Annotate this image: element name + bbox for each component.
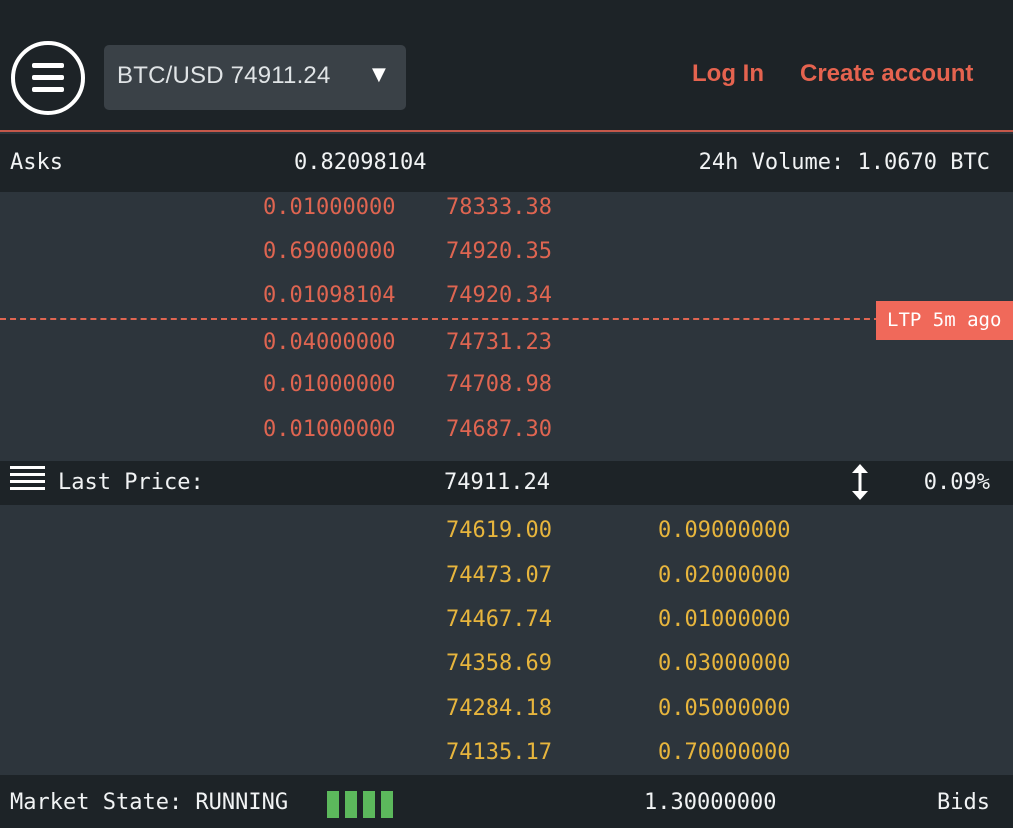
create-account-link[interactable]: Create account xyxy=(800,60,973,88)
ask-amount: 0.01000000 xyxy=(263,372,396,397)
vertical-arrows-icon[interactable] xyxy=(850,463,870,501)
ask-amount: 0.01000000 xyxy=(263,195,396,220)
bid-amount: 0.01000000 xyxy=(658,607,791,632)
bid-price: 74284.18 xyxy=(446,696,552,721)
bids-title: Bids xyxy=(937,790,990,815)
top-bar: BTC/USD 74911.24 ▼ Log In Create account xyxy=(0,0,1013,132)
ltp-divider-line xyxy=(0,318,880,320)
bid-price: 74473.07 xyxy=(446,563,552,588)
ask-price: 74708.98 xyxy=(446,372,552,397)
list-icon-line xyxy=(10,480,45,483)
menu-bar xyxy=(32,87,64,92)
list-icon-line xyxy=(10,487,45,490)
market-state-label: Market State: RUNNING xyxy=(10,790,289,815)
signal-bar xyxy=(327,791,339,818)
bid-price: 74467.74 xyxy=(446,607,552,632)
login-link[interactable]: Log In xyxy=(692,60,764,88)
bid-price: 74135.17 xyxy=(446,740,552,765)
last-price-value: 74911.24 xyxy=(444,470,550,495)
asks-total: 0.82098104 xyxy=(294,150,427,175)
ask-amount: 0.01098104 xyxy=(263,283,396,308)
bid-amount: 0.03000000 xyxy=(658,651,791,676)
last-price-label: Last Price: xyxy=(58,470,204,495)
last-price-bar: Last Price: 74911.24 0.09% xyxy=(0,461,1013,505)
list-icon[interactable] xyxy=(10,466,45,492)
ask-price: 74731.23 xyxy=(446,330,552,355)
ask-price: 74920.35 xyxy=(446,239,552,264)
pair-selector-label: BTC/USD 74911.24 xyxy=(117,62,331,89)
bid-amount: 0.70000000 xyxy=(658,740,791,765)
ask-price: 74687.30 xyxy=(446,417,552,442)
asks-header: Asks 0.82098104 24h Volume: 1.0670 BTC xyxy=(0,134,1013,192)
ask-amount: 0.01000000 xyxy=(263,417,396,442)
signal-bar xyxy=(363,791,375,818)
list-icon-line xyxy=(10,473,45,476)
ask-amount: 0.69000000 xyxy=(263,239,396,264)
bid-amount: 0.02000000 xyxy=(658,563,791,588)
ask-price: 78333.38 xyxy=(446,195,552,220)
price-change-percent: 0.09% xyxy=(923,470,990,495)
footer-bar: Market State: RUNNING 1.30000000 Bids xyxy=(0,775,1013,828)
hamburger-menu-icon[interactable] xyxy=(11,41,85,115)
bids-total: 1.30000000 xyxy=(644,790,777,815)
asks-title: Asks xyxy=(10,150,63,175)
signal-bar xyxy=(345,791,357,818)
menu-bar xyxy=(32,63,64,68)
ltp-tag: LTP 5m ago xyxy=(876,301,1013,340)
pair-selector[interactable]: BTC/USD 74911.24 ▼ xyxy=(104,45,406,110)
bid-amount: 0.09000000 xyxy=(658,518,791,543)
ask-amount: 0.04000000 xyxy=(263,330,396,355)
bid-amount: 0.05000000 xyxy=(658,696,791,721)
bid-price: 74619.00 xyxy=(446,518,552,543)
chevron-down-icon: ▼ xyxy=(372,64,386,85)
signal-bars-icon xyxy=(327,791,399,818)
menu-bar xyxy=(32,75,64,80)
volume-24h: 24h Volume: 1.0670 BTC xyxy=(698,150,990,175)
list-icon-line xyxy=(10,466,45,469)
ask-price: 74920.34 xyxy=(446,283,552,308)
bid-price: 74358.69 xyxy=(446,651,552,676)
signal-bar xyxy=(381,791,393,818)
